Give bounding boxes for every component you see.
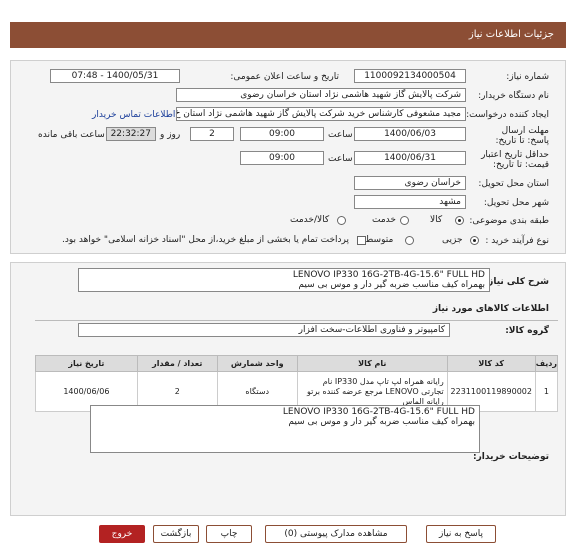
buyer-label: نام دستگاه خریدار: <box>478 91 549 101</box>
col-name: نام کالا <box>296 355 448 372</box>
remaining-time-field: 22:32:27 <box>106 127 156 141</box>
remaining-label: ساعت باقی مانده <box>38 130 105 140</box>
print-button[interactable]: چاپ <box>206 525 252 543</box>
process-option-medium: متوسط <box>365 235 394 245</box>
buyer-notes-line-1: LENOVO IP330 16G-2TB-4G-15.6" FULL HD <box>282 407 475 417</box>
announce-label: تاریخ و ساعت اعلان عمومی: <box>230 72 339 82</box>
category-option-goods: کالا <box>430 215 443 225</box>
creator-field: مجید مشعوفی کارشناس خرید شرکت پالایش گاز… <box>176 107 466 121</box>
buyer-notes-box: LENOVO IP330 16G-2TB-4G-15.6" FULL HD به… <box>90 405 480 453</box>
contact-info-link[interactable]: اطلاعات تماس خریدار <box>92 110 175 120</box>
summary-line-1: LENOVO IP330 16G-2TB-4G-15.6" FULL HD <box>292 270 485 280</box>
category-option-service: خدمت <box>372 215 396 225</box>
deadline-time-label: ساعت <box>328 130 353 140</box>
summary-label: شرح کلی نیاز: <box>484 277 549 287</box>
summary-box: LENOVO IP330 16G-2TB-4G-15.6" FULL HD به… <box>78 268 490 292</box>
page-title: جزئیات اطلاعات نیاز <box>468 29 554 40</box>
col-unit: واحد شمارش <box>216 355 298 372</box>
col-row: ردیف <box>534 355 559 372</box>
deadline-date-field: 1400/06/03 <box>354 127 466 141</box>
validity-label: حداقل تاریخ اعتبار قیمت: تا تاریخ: <box>481 150 549 170</box>
process-radio-minor[interactable] <box>470 236 479 245</box>
goods-section-title: اطلاعات کالاهای مورد نیاز <box>432 304 549 314</box>
city-label: شهر محل تحویل: <box>483 198 549 208</box>
province-label: استان محل تحویل: <box>478 179 549 189</box>
announce-field: 1400/05/31 - 07:48 <box>50 69 180 83</box>
goods-group-label: گروه کالا: <box>505 326 549 336</box>
validity-date-field: 1400/06/31 <box>354 151 466 165</box>
province-field: خراسان رضوی <box>354 176 466 190</box>
days-label: روز و <box>160 130 181 140</box>
treasury-checkbox[interactable] <box>357 236 366 245</box>
category-radio-service[interactable] <box>400 216 409 225</box>
col-qty: تعداد / مقدار <box>136 355 218 372</box>
buyer-notes-line-2: بهمراه کیف مناسب ضربه گیر دار و موس بی س… <box>288 417 475 427</box>
process-label: نوع فرآیند خرید : <box>485 236 549 246</box>
reply-button[interactable]: پاسخ به نیاز <box>426 525 496 543</box>
process-option-minor: جزیی <box>442 235 463 245</box>
remaining-days-field: 2 <box>190 127 234 141</box>
goods-table: ردیف کد کالا نام کالا واحد شمارش تعداد /… <box>35 355 559 412</box>
treasury-note: پرداخت تمام یا بخشی از مبلغ خرید،از محل … <box>62 235 350 245</box>
creator-label: ایجاد کننده درخواست: <box>466 110 549 120</box>
city-field: مشهد <box>354 195 466 209</box>
buyer-notes-label: توضیحات خریدار: <box>473 452 549 462</box>
validity-time-label: ساعت <box>328 154 353 164</box>
need-number-field: 1100092134000504 <box>354 69 466 83</box>
back-button[interactable]: بازگشت <box>153 525 199 543</box>
validity-time-field: 09:00 <box>240 151 324 165</box>
view-attachments-button[interactable]: مشاهده مدارک پیوستی (0) <box>265 525 407 543</box>
goods-section-divider <box>35 320 558 321</box>
col-date: تاریخ نیاز <box>35 355 138 372</box>
category-radio-both[interactable] <box>337 216 346 225</box>
need-number-label: شماره نیاز: <box>506 72 549 82</box>
buyer-field: شرکت پالایش گاز شهید هاشمی نژاد استان خر… <box>176 88 466 102</box>
col-code: کد کالا <box>446 355 536 372</box>
deadline-label: مهلت ارسال پاسخ: تا تاریخ: <box>495 126 549 146</box>
exit-button[interactable]: خروج <box>99 525 145 543</box>
process-radio-medium[interactable] <box>405 236 414 245</box>
category-option-both: کالا/خدمت <box>290 215 330 225</box>
category-label: طبقه بندی موضوعی: <box>469 216 549 226</box>
deadline-time-field: 09:00 <box>240 127 324 141</box>
page-header: جزئیات اطلاعات نیاز <box>10 22 566 48</box>
summary-line-2: بهمراه کیف مناسب ضربه گیر دار و موس بی س… <box>298 280 485 290</box>
cell-row: 1 <box>534 371 559 412</box>
category-radio-goods[interactable] <box>455 216 464 225</box>
goods-group-field: کامپیوتر و فناوری اطلاعات-سخت افزار <box>78 323 450 337</box>
